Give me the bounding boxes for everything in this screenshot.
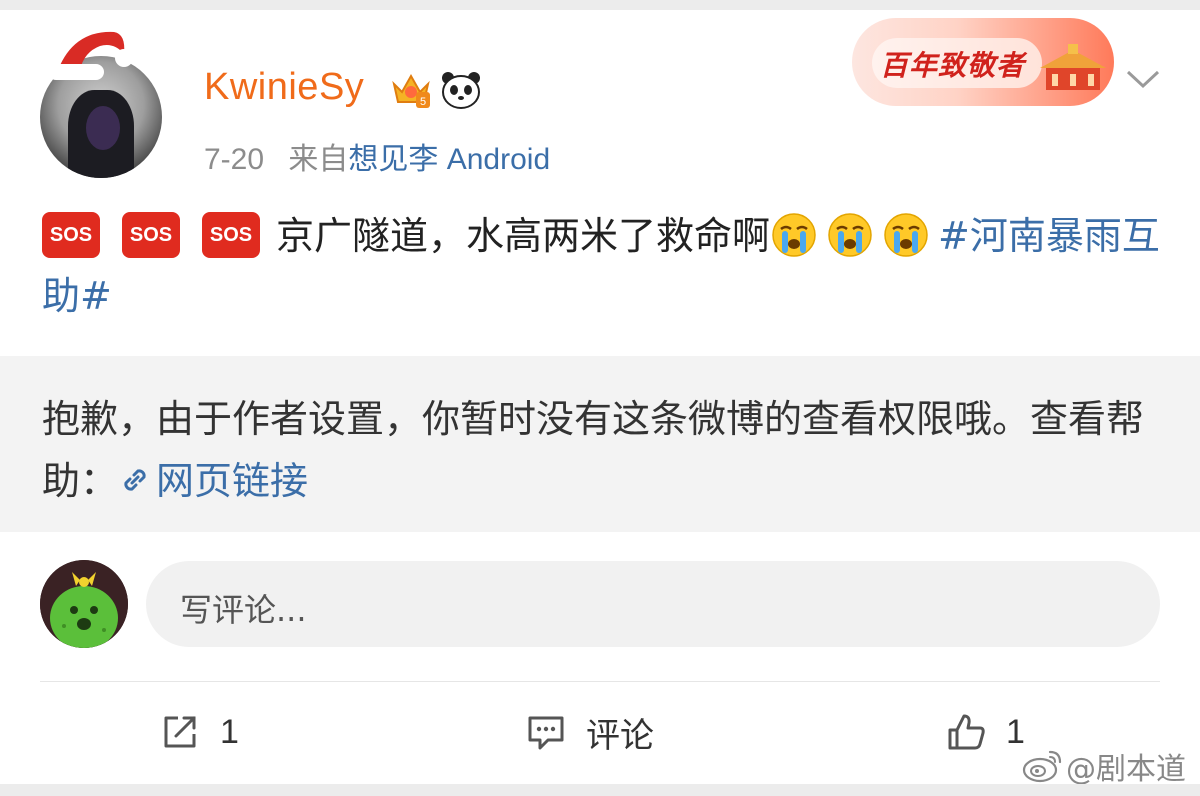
comment-input[interactable]: 写评论... [146, 561, 1160, 647]
crying-face-icon [772, 212, 816, 257]
like-icon [948, 714, 985, 750]
source-prefix: 来自 [288, 143, 349, 176]
post-date: 7-20 [204, 143, 265, 176]
like-button[interactable]: 1 [944, 706, 1025, 758]
post-text: 京广隧道，水高两米了救命啊 [276, 214, 771, 258]
sos-icon: SOS [42, 211, 100, 258]
promo-banner[interactable]: 百年致敬者 [852, 18, 1114, 106]
my-avatar[interactable] [40, 560, 128, 648]
link-icon [124, 468, 146, 491]
repost-button[interactable]: 1 [158, 706, 239, 758]
avatar-hand [86, 106, 120, 150]
watermark-text: @剧本道 [1066, 752, 1186, 787]
repost-count: 1 [220, 712, 239, 751]
weibo-logo-icon [1022, 750, 1062, 783]
web-link[interactable]: 网页链接 [156, 459, 308, 503]
crying-face-icon [828, 212, 872, 257]
post-source[interactable]: 想见李 Android [348, 143, 550, 176]
sos-icon: SOS [202, 211, 260, 258]
banner-text: 百年致敬者 [880, 49, 1026, 82]
svg-text:5: 5 [420, 96, 426, 108]
username[interactable]: KwinieSy [204, 66, 364, 109]
repost-icon [164, 716, 196, 748]
comment-placeholder: 写评论... [180, 591, 307, 629]
my-avatar-image [40, 560, 128, 648]
comment-button[interactable]: 评论 [524, 706, 654, 758]
notice-text-block: 抱歉，由于作者设置，你暂时没有这条微博的查看权限哦。查看帮助： 网页链接 [42, 388, 1162, 512]
panda-icon [442, 72, 480, 109]
comment-icon [528, 716, 564, 750]
crown-icon[interactable]: 5 [390, 70, 432, 110]
santa-hat-icon [48, 31, 133, 80]
chevron-down-icon[interactable] [1124, 64, 1162, 94]
comment-label: 评论 [586, 715, 654, 756]
building-icon [1040, 44, 1106, 90]
post-content: SOS SOS SOS 京广隧道，水高两米了救命啊 #河南暴雨互助# [42, 206, 1162, 326]
bottom-strip [0, 784, 1200, 796]
sos-icon: SOS [122, 211, 180, 258]
top-strip [0, 0, 1200, 10]
crying-face-icon [884, 212, 928, 257]
post-meta: 7-20 来自想见李 Android [204, 134, 550, 178]
watermark: @剧本道 [1020, 744, 1186, 788]
divider [40, 681, 1160, 682]
